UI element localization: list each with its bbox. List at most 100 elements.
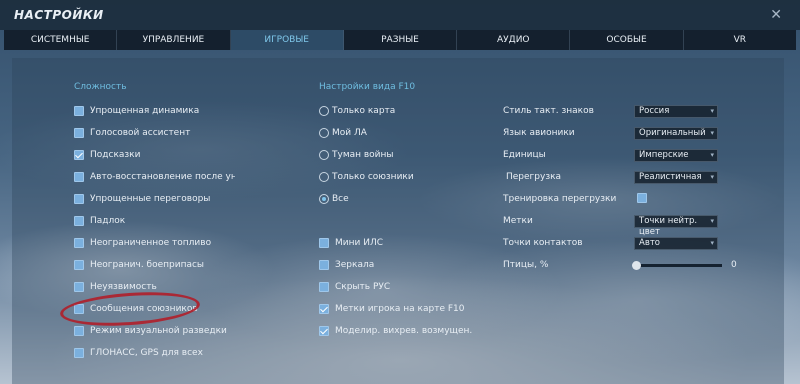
f10-view-option[interactable]: Туман войны [319, 149, 394, 161]
window-title-bar: НАСТРОЙКИ ✕ [0, 0, 800, 30]
option-label: Туман войны [332, 150, 394, 160]
tab-vr[interactable]: VR [684, 30, 796, 50]
checkbox[interactable] [74, 282, 84, 292]
tab-controls[interactable]: УПРАВЛЕНИЕ [117, 30, 231, 50]
g-training-label: Тренировка перегрузки [503, 194, 617, 204]
checkbox[interactable] [74, 106, 84, 116]
difficulty-option[interactable]: Неуязвимость [74, 281, 250, 293]
radio-button[interactable] [319, 172, 329, 182]
tab-audio[interactable]: АУДИО [457, 30, 571, 50]
checkbox[interactable] [74, 150, 84, 160]
select-value: Реалистичная [639, 172, 702, 182]
window-title: НАСТРОЙКИ [14, 8, 104, 22]
checkbox[interactable] [74, 172, 84, 182]
f10-view-option[interactable]: Все [319, 193, 349, 205]
checkbox[interactable] [319, 304, 329, 314]
difficulty-option[interactable]: Упрощенная динамика [74, 105, 250, 117]
labels-select[interactable]: Точки нейтр. цвет ▾ [634, 215, 718, 237]
option-label: Авто-восстановление после уничтож [90, 172, 235, 182]
birds-slider[interactable] [632, 261, 722, 270]
contact-dots-label: Точки контактов [503, 238, 583, 248]
checkbox[interactable] [74, 348, 84, 358]
f10-check-option[interactable]: Скрыть РУС [319, 281, 390, 293]
chevron-down-icon: ▾ [710, 107, 714, 115]
chevron-down-icon: ▾ [710, 239, 714, 247]
option-label: Упрощенные переговоры [90, 194, 211, 204]
checkbox[interactable] [74, 238, 84, 248]
checkbox[interactable] [74, 128, 84, 138]
g-training-checkbox[interactable] [637, 193, 647, 203]
tab-system[interactable]: СИСТЕМНЫЕ [4, 30, 118, 50]
contact-dots-select[interactable]: Авто ▾ [634, 237, 718, 250]
tab-bar: СИСТЕМНЫЕ УПРАВЛЕНИЕ ИГРОВЫЕ РАЗНЫЕ АУДИ… [4, 30, 796, 50]
checkbox[interactable] [74, 304, 84, 314]
checkbox[interactable] [74, 194, 84, 204]
tab-misc[interactable]: РАЗНЫЕ [344, 30, 458, 50]
birds-label: Птицы, % [503, 260, 549, 270]
close-icon[interactable]: ✕ [770, 7, 782, 23]
f10-check-option[interactable]: Зеркала [319, 259, 374, 271]
chevron-down-icon: ▾ [710, 217, 714, 225]
option-label: Только союзники [332, 172, 414, 182]
difficulty-option[interactable]: Неогранич. боеприпасы [74, 259, 250, 271]
option-label: Падлок [90, 216, 126, 226]
difficulty-option[interactable]: Упрощенные переговоры [74, 193, 250, 205]
avionics-language-label: Язык авионики [503, 128, 575, 138]
f10-check-option[interactable]: Метки игрока на карте F10 [319, 303, 465, 315]
f10-view-option[interactable]: Только карта [319, 105, 395, 117]
slider-thumb[interactable] [632, 261, 641, 270]
difficulty-option[interactable]: Авто-восстановление после уничтож [74, 171, 235, 183]
checkbox[interactable] [319, 260, 329, 270]
difficulty-option[interactable]: Голосовой ассистент [74, 127, 250, 139]
option-label: Неограниченное топливо [90, 238, 212, 248]
difficulty-option[interactable]: Режим визуальной разведки [74, 325, 250, 337]
select-value: Оригинальный [639, 128, 706, 138]
option-label: Мини ИЛС [335, 238, 383, 248]
difficulty-option[interactable]: Неограниченное топливо [74, 237, 250, 249]
tab-special[interactable]: ОСОБЫЕ [570, 30, 684, 50]
tab-gameplay[interactable]: ИГРОВЫЕ [230, 30, 344, 50]
units-label: Единицы [503, 150, 546, 160]
difficulty-option[interactable]: Падлок [74, 215, 250, 227]
chevron-down-icon: ▾ [710, 129, 714, 137]
checkbox[interactable] [319, 326, 329, 336]
option-label: Неогранич. боеприпасы [90, 260, 205, 270]
option-label: Сообщения союзников [90, 304, 198, 314]
select-value: Авто [639, 238, 660, 248]
option-label: Неуязвимость [90, 282, 157, 292]
avionics-language-select[interactable]: Оригинальный ▾ [634, 127, 718, 140]
checkbox[interactable] [74, 216, 84, 226]
g-effects-label: Перегрузка [506, 172, 562, 182]
units-select[interactable]: Имперские ▾ [634, 149, 718, 162]
tactical-symbols-select[interactable]: Россия ▾ [634, 105, 718, 118]
option-label: Подсказки [90, 150, 141, 160]
checkbox[interactable] [319, 282, 329, 292]
f10-check-option[interactable]: Мини ИЛС [319, 237, 383, 249]
chevron-down-icon: ▾ [710, 151, 714, 159]
option-label: Моделир. вихрев. возмущен. [335, 326, 473, 336]
radio-button[interactable] [319, 128, 329, 138]
difficulty-option[interactable]: Сообщения союзников [74, 303, 250, 315]
option-label: Режим визуальной разведки [90, 326, 227, 336]
checkbox[interactable] [74, 326, 84, 336]
g-effects-select[interactable]: Реалистичная ▾ [634, 171, 718, 184]
radio-button[interactable] [319, 194, 329, 204]
option-label: ГЛОНАСС, GPS для всех [90, 348, 203, 358]
checkbox[interactable] [319, 238, 329, 248]
tactical-symbols-label: Стиль такт. знаков [503, 106, 594, 116]
difficulty-option[interactable]: Подсказки [74, 149, 250, 161]
f10-view-option[interactable]: Мой ЛА [319, 127, 367, 139]
f10-view-option[interactable]: Только союзники [319, 171, 414, 183]
difficulty-option[interactable]: ГЛОНАСС, GPS для всех [74, 347, 250, 359]
option-label: Все [332, 194, 349, 204]
radio-button[interactable] [319, 106, 329, 116]
f10-check-option[interactable]: Моделир. вихрев. возмущен. [319, 325, 472, 337]
select-value: Имперские [639, 150, 689, 160]
option-label: Мой ЛА [332, 128, 367, 138]
birds-value: 0 [731, 260, 737, 270]
option-label: Скрыть РУС [335, 282, 391, 292]
option-label: Голосовой ассистент [90, 128, 191, 138]
chevron-down-icon: ▾ [710, 173, 714, 181]
radio-button[interactable] [319, 150, 329, 160]
checkbox[interactable] [74, 260, 84, 270]
